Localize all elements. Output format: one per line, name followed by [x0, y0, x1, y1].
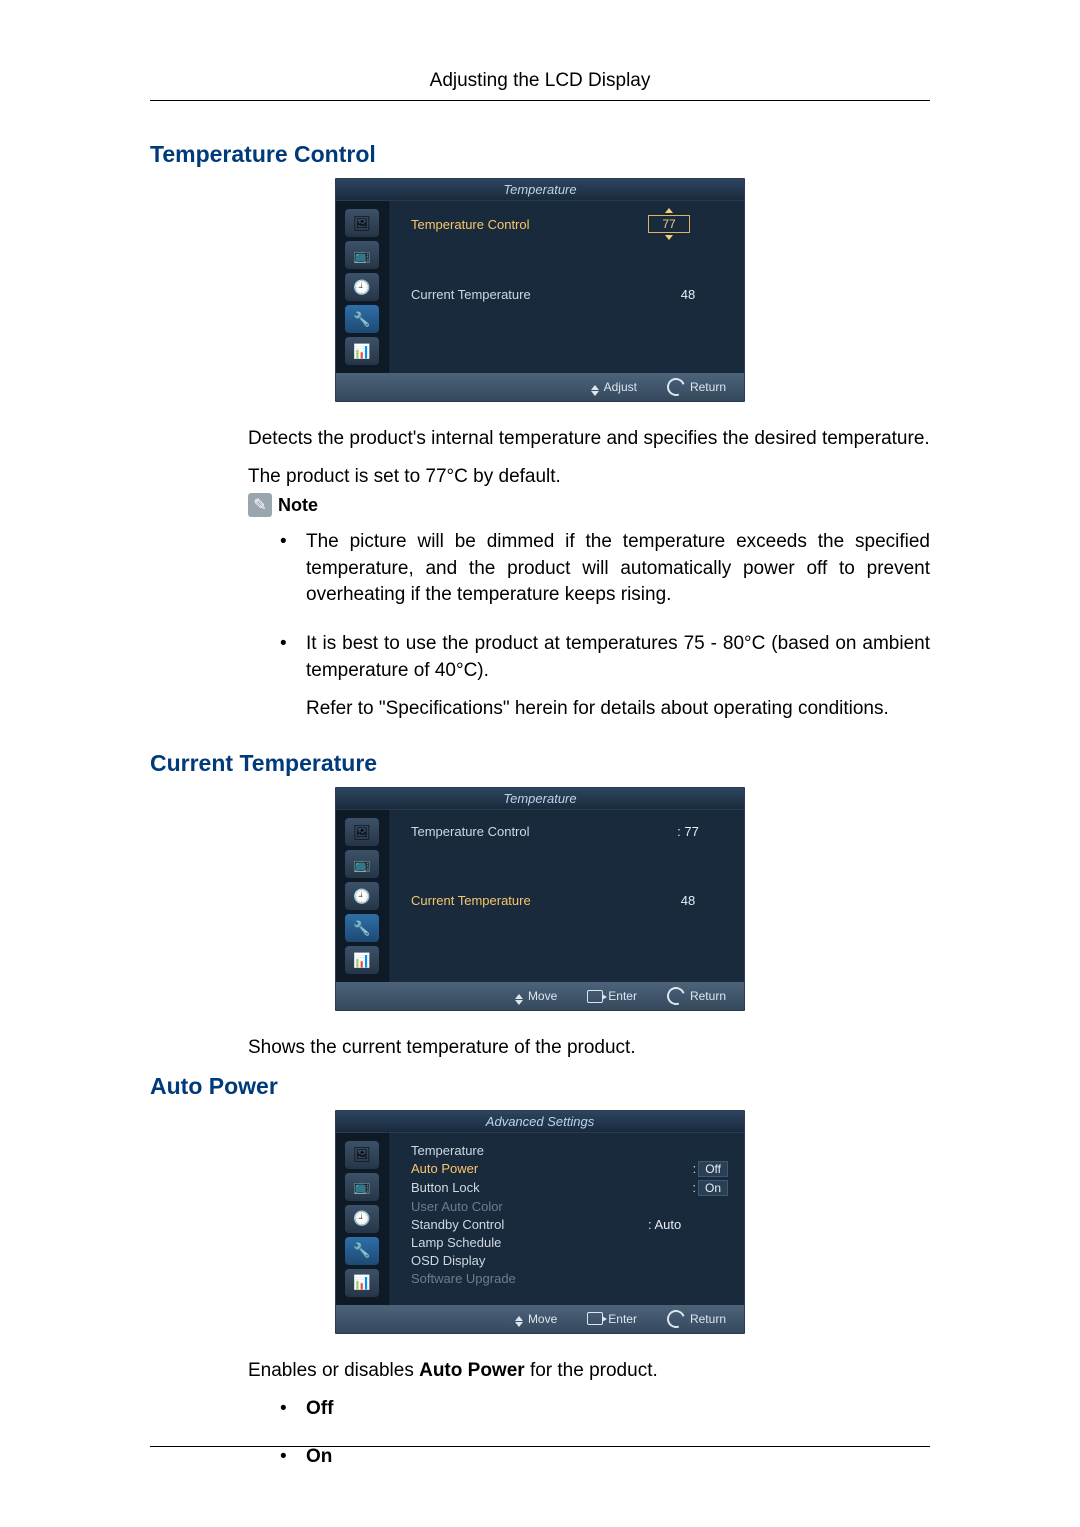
osd2-label-current-temperature: Current Temperature: [411, 893, 648, 908]
osd2-current-temperature-value: 48: [648, 893, 728, 908]
osd-tab-title: Temperature: [336, 179, 744, 201]
osd3-tab-title: Advanced Settings: [336, 1111, 744, 1133]
return-icon: [664, 375, 688, 399]
osd2-icon-multi: 📊: [345, 946, 379, 974]
osd-temperature-control-value: 77: [648, 215, 728, 233]
move-icon: [515, 1316, 523, 1321]
osd3-icon-pic: 🖼: [345, 1141, 379, 1169]
tc-notes-list: The picture will be dimmed if the temper…: [150, 529, 930, 684]
osd-icon-input: 📺: [345, 241, 379, 269]
osd2-temperature-control-value: : 77: [648, 824, 728, 839]
osd3-item-6: OSD Display: [411, 1253, 728, 1268]
osd2-footer-return: Return: [690, 989, 726, 1003]
ap-options: Off On: [150, 1396, 930, 1471]
osd-icon-time: 🕘: [345, 273, 379, 301]
osd3-icon-time: 🕘: [345, 1205, 379, 1233]
enter-icon: [587, 1312, 603, 1325]
osd3-item-4: Standby Control: Auto: [411, 1217, 728, 1232]
osd3-item-value: : Auto: [648, 1217, 728, 1232]
heading-temperature-control: Temperature Control: [150, 141, 930, 168]
page-header: Adjusting the LCD Display: [150, 0, 930, 101]
heading-auto-power: Auto Power: [150, 1073, 930, 1100]
ct-desc: Shows the current temperature of the pro…: [150, 1035, 930, 1061]
osd-footer-return: Return: [690, 380, 726, 394]
osd-footer-adjust: Adjust: [604, 380, 637, 394]
tc-refer: Refer to "Specifications" herein for det…: [150, 698, 930, 720]
enter-icon: [587, 990, 603, 1003]
ap-opt-on: On: [280, 1444, 930, 1471]
return-icon: [664, 1307, 688, 1331]
osd3-item-label: Software Upgrade: [411, 1271, 728, 1286]
move-icon: [515, 994, 523, 999]
osd3-item-label: Temperature: [411, 1143, 728, 1158]
osd2-footer-enter: Enter: [608, 989, 637, 1003]
osd-screenshot-2: Temperature 🖼 📺 🕘 🔧 📊 Temperature Contro…: [150, 787, 930, 1011]
osd3-item-1: Auto Power: Off: [411, 1161, 728, 1177]
osd3-item-value: Off: [698, 1161, 728, 1177]
osd2-label-temperature-control: Temperature Control: [411, 824, 648, 839]
osd2-icon-input: 📺: [345, 850, 379, 878]
osd3-item-5: Lamp Schedule: [411, 1235, 728, 1250]
osd3-item-3: User Auto Color: [411, 1199, 728, 1214]
osd2-icon-setup: 🔧: [345, 914, 379, 942]
osd3-footer-return: Return: [690, 1312, 726, 1326]
osd3-item-0: Temperature: [411, 1143, 728, 1158]
osd3-item-label: Standby Control: [411, 1217, 648, 1232]
tc-note-2: It is best to use the product at tempera…: [280, 631, 930, 684]
osd-screenshot-1: Temperature 🖼 📺 🕘 🔧 📊 Temperature Contro…: [150, 178, 930, 402]
osd2-icon-pic: 🖼: [345, 818, 379, 846]
osd3-item-label: User Auto Color: [411, 1199, 728, 1214]
osd3-item-7: Software Upgrade: [411, 1271, 728, 1286]
osd-label-current-temperature: Current Temperature: [411, 287, 648, 302]
adjust-icon: [591, 385, 599, 390]
note-label: Note: [278, 495, 318, 516]
osd2-footer-move: Move: [528, 989, 557, 1003]
tc-desc2: The product is set to 77°C by default.: [150, 464, 930, 490]
osd2-tab-title: Temperature: [336, 788, 744, 810]
osd3-icon-multi: 📊: [345, 1269, 379, 1297]
ap-desc: Enables or disables Auto Power for the p…: [150, 1358, 930, 1384]
tc-note-1: The picture will be dimmed if the temper…: [280, 529, 930, 609]
osd-sidebar: 🖼 📺 🕘 🔧 📊: [336, 201, 389, 373]
ap-opt-off: Off: [280, 1396, 930, 1423]
osd3-item-label: Lamp Schedule: [411, 1235, 728, 1250]
osd3-item-label: Button Lock: [411, 1180, 692, 1195]
osd3-item-label: OSD Display: [411, 1253, 728, 1268]
heading-current-temperature: Current Temperature: [150, 750, 930, 777]
tc-desc1: Detects the product's internal temperatu…: [150, 426, 930, 452]
return-icon: [664, 984, 688, 1008]
osd3-item-value: On: [698, 1180, 728, 1196]
osd3-icon-input: 📺: [345, 1173, 379, 1201]
osd3-footer-move: Move: [528, 1312, 557, 1326]
osd3-footer-enter: Enter: [608, 1312, 637, 1326]
osd-label-temperature-control: Temperature Control: [411, 217, 648, 232]
osd-icon-multi: 📊: [345, 337, 379, 365]
osd3-item-label: Auto Power: [411, 1161, 693, 1176]
osd3-item-2: Button Lock: On: [411, 1180, 728, 1196]
osd2-sidebar: 🖼 📺 🕘 🔧 📊: [336, 810, 389, 982]
note-icon: ✎: [248, 493, 272, 517]
footer-rule: [150, 1446, 930, 1447]
osd2-icon-time: 🕘: [345, 882, 379, 910]
osd3-icon-setup: 🔧: [345, 1237, 379, 1265]
osd3-sidebar: 🖼 📺 🕘 🔧 📊: [336, 1133, 389, 1305]
osd-icon-pic: 🖼: [345, 209, 379, 237]
osd-current-temperature-value: 48: [648, 287, 728, 302]
osd-screenshot-3: Advanced Settings 🖼 📺 🕘 🔧 📊 Temperature A…: [150, 1110, 930, 1334]
osd-icon-setup: 🔧: [345, 305, 379, 333]
